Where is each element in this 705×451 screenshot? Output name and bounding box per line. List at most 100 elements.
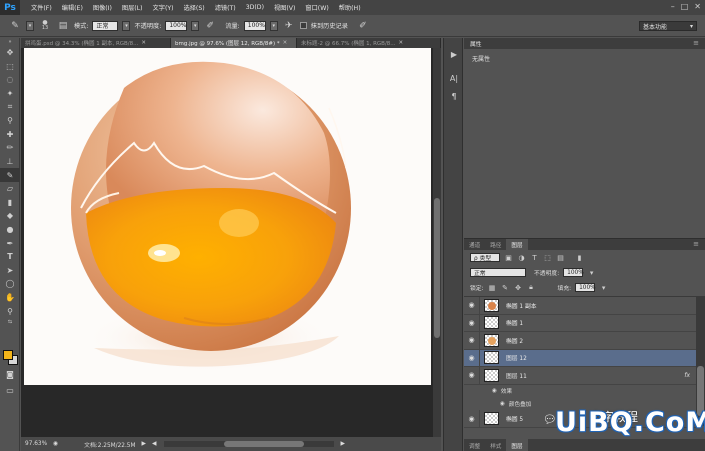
doc-tab-3[interactable]: 未标题-2 @ 66.7% (椭圆 1, RGB/8... ✕ [297,38,441,48]
effect-eye-icon[interactable]: ◉ [500,401,505,407]
layer-row[interactable]: ◉ 图层 11 fx [464,366,696,385]
hand-tool-icon[interactable]: ✋ [0,291,20,305]
tool-preset-dropdown[interactable]: ▾ [26,20,34,31]
flow-dropdown-arrow[interactable]: ▾ [269,20,278,31]
path-select-tool-icon[interactable]: ➤ [0,264,20,278]
scroll-left-icon[interactable]: ◀ [152,441,156,447]
close-icon[interactable]: ✕ [399,40,404,46]
visibility-eye-icon[interactable]: ◉ [464,349,480,367]
foreground-color-swatch[interactable] [3,350,13,360]
layer-row[interactable]: ◉ 椭圆 1 [464,314,696,332]
visibility-eye-icon[interactable]: ◉ [464,331,480,349]
healing-brush-tool-icon[interactable]: ✚ [0,128,20,142]
tab-styles[interactable]: 样式 [485,439,506,451]
character-panel-icon[interactable]: A| [445,70,463,86]
play-action-icon[interactable]: ▶ [445,46,463,62]
type-tool-icon[interactable]: T [0,250,20,264]
tab-channels[interactable]: 通道 [464,239,485,250]
effects-eye-icon[interactable]: ◉ [492,388,497,394]
vertical-scrollbar-thumb[interactable] [434,198,440,338]
fill-input[interactable]: 100% [575,283,596,292]
horizontal-scrollbar[interactable] [164,441,335,447]
status-menu-arrow-icon[interactable]: ▶ [142,441,146,447]
layer-opacity-input[interactable]: 100% [563,268,584,277]
menu-select[interactable]: 选择(S) [179,3,210,12]
collapse-tools-icon[interactable]: » [0,38,20,46]
lock-position-icon[interactable]: ✥ [514,284,523,292]
crop-tool-icon[interactable]: ⌗ [0,100,20,114]
close-icon[interactable]: ✕ [283,40,288,46]
image-canvas[interactable] [24,48,431,385]
doc-tab-2[interactable]: bmg.jpg @ 97.6% (图层 12, RGB/8#) * ✕ [171,38,297,48]
pressure-size-icon[interactable]: ✐ [356,19,370,33]
brush-tool-icon[interactable]: ✏ [0,141,20,155]
menu-window[interactable]: 窗口(W) [300,3,333,12]
doc-tab-1[interactable]: 拼鸡蛋.psd @ 34.3% (椭圆 1 副本, RGB/8... ✕ [21,38,171,48]
airbrush-icon[interactable]: ✈ [282,19,296,33]
zoom-menu-icon[interactable]: ◉ [53,441,58,447]
blend-mode-select[interactable]: 正常 [470,268,526,277]
ellipse-tool-icon[interactable]: ◯ [0,277,20,291]
history-brush-tool-icon[interactable]: ✎ [0,168,20,182]
visibility-eye-icon[interactable]: ◉ [464,296,480,314]
flow-input[interactable]: 100% [243,20,266,31]
gradient-tool-icon[interactable]: ▮ [0,196,20,210]
marquee-tool-icon[interactable]: ⬚ [0,60,20,74]
lock-image-icon[interactable]: ✎ [501,284,510,292]
quick-mask-icon[interactable]: ◙ [0,368,20,382]
menu-edit[interactable]: 编辑(E) [57,3,88,12]
brush-preset-icon[interactable]: ● 13 [38,19,52,33]
menu-type[interactable]: 文字(Y) [148,3,179,12]
pen-tool-icon[interactable]: ✒ [0,236,20,250]
opacity-dropdown-arrow[interactable]: ▾ [191,20,200,31]
menu-image[interactable]: 图像(I) [88,3,117,12]
history-brush-icon[interactable]: ✎ [8,19,22,33]
filter-shape-icon[interactable]: ⬚ [543,254,552,262]
workspace-select[interactable]: 基本功能 ▾ [639,21,697,31]
zoom-level[interactable]: 97.63% [25,441,47,447]
eraser-tool-icon[interactable]: ▱ [0,182,20,196]
menu-file[interactable]: 文件(F) [26,3,57,12]
maximize-button[interactable]: □ [681,2,689,11]
tab-adjustments[interactable]: 调整 [464,439,485,451]
blur-tool-icon[interactable]: ◆ [0,209,20,223]
move-tool-icon[interactable]: ✥ [0,46,20,60]
menu-view[interactable]: 视图(V) [269,3,300,12]
dodge-tool-icon[interactable]: ● [0,223,20,237]
close-icon[interactable]: ✕ [141,40,146,46]
erase-to-history-checkbox[interactable] [299,22,307,29]
menu-layer[interactable]: 图层(L) [117,3,148,12]
tab-layers-bottom[interactable]: 图层 [506,439,528,451]
lock-transparent-icon[interactable]: ▦ [488,284,497,292]
minimize-button[interactable]: – [671,2,675,11]
tab-layers[interactable]: 图层 [506,239,528,250]
visibility-eye-icon[interactable]: ◉ [464,366,480,384]
scroll-right-icon[interactable]: ▶ [340,441,344,447]
clone-stamp-tool-icon[interactable]: ⊥ [0,155,20,169]
filter-type-icon[interactable]: T [530,254,539,262]
close-button[interactable]: ✕ [694,2,701,11]
visibility-eye-icon[interactable]: ◉ [464,314,480,332]
panel-menu-icon[interactable]: ≡ [693,39,699,47]
filter-toggle-icon[interactable]: ▮ [575,254,584,262]
lock-all-icon[interactable]: 🔒︎ [527,283,536,292]
layer-filter-select[interactable]: ρ 类型 [470,253,500,262]
menu-filter[interactable]: 滤镜(T) [210,3,241,12]
menu-3d[interactable]: 3D(D) [241,4,269,11]
properties-title[interactable]: 属性 [470,39,482,48]
fx-badge[interactable]: fx [684,372,690,379]
pressure-opacity-icon[interactable]: ✐ [203,19,217,33]
menu-help[interactable]: 帮助(H) [334,3,366,12]
brush-panel-icon[interactable]: ▤ [56,19,70,33]
filter-adjustment-icon[interactable]: ◑ [517,254,526,262]
effects-row[interactable]: ◉ 效果 [464,385,696,398]
chevron-down-icon[interactable]: ▾ [587,269,596,277]
visibility-eye-icon[interactable]: ◉ [464,410,480,428]
mode-select[interactable]: 正常 [92,20,119,31]
layer-row[interactable]: ◉ 椭圆 2 [464,331,696,350]
mode-dropdown-arrow[interactable]: ▾ [122,20,131,31]
layer-row-selected[interactable]: ◉ 图层 12 [464,349,696,367]
vertical-scrollbar[interactable] [433,48,441,438]
eyedropper-tool-icon[interactable]: ⚲ [0,114,20,128]
filter-pixel-icon[interactable]: ▣ [504,254,513,262]
